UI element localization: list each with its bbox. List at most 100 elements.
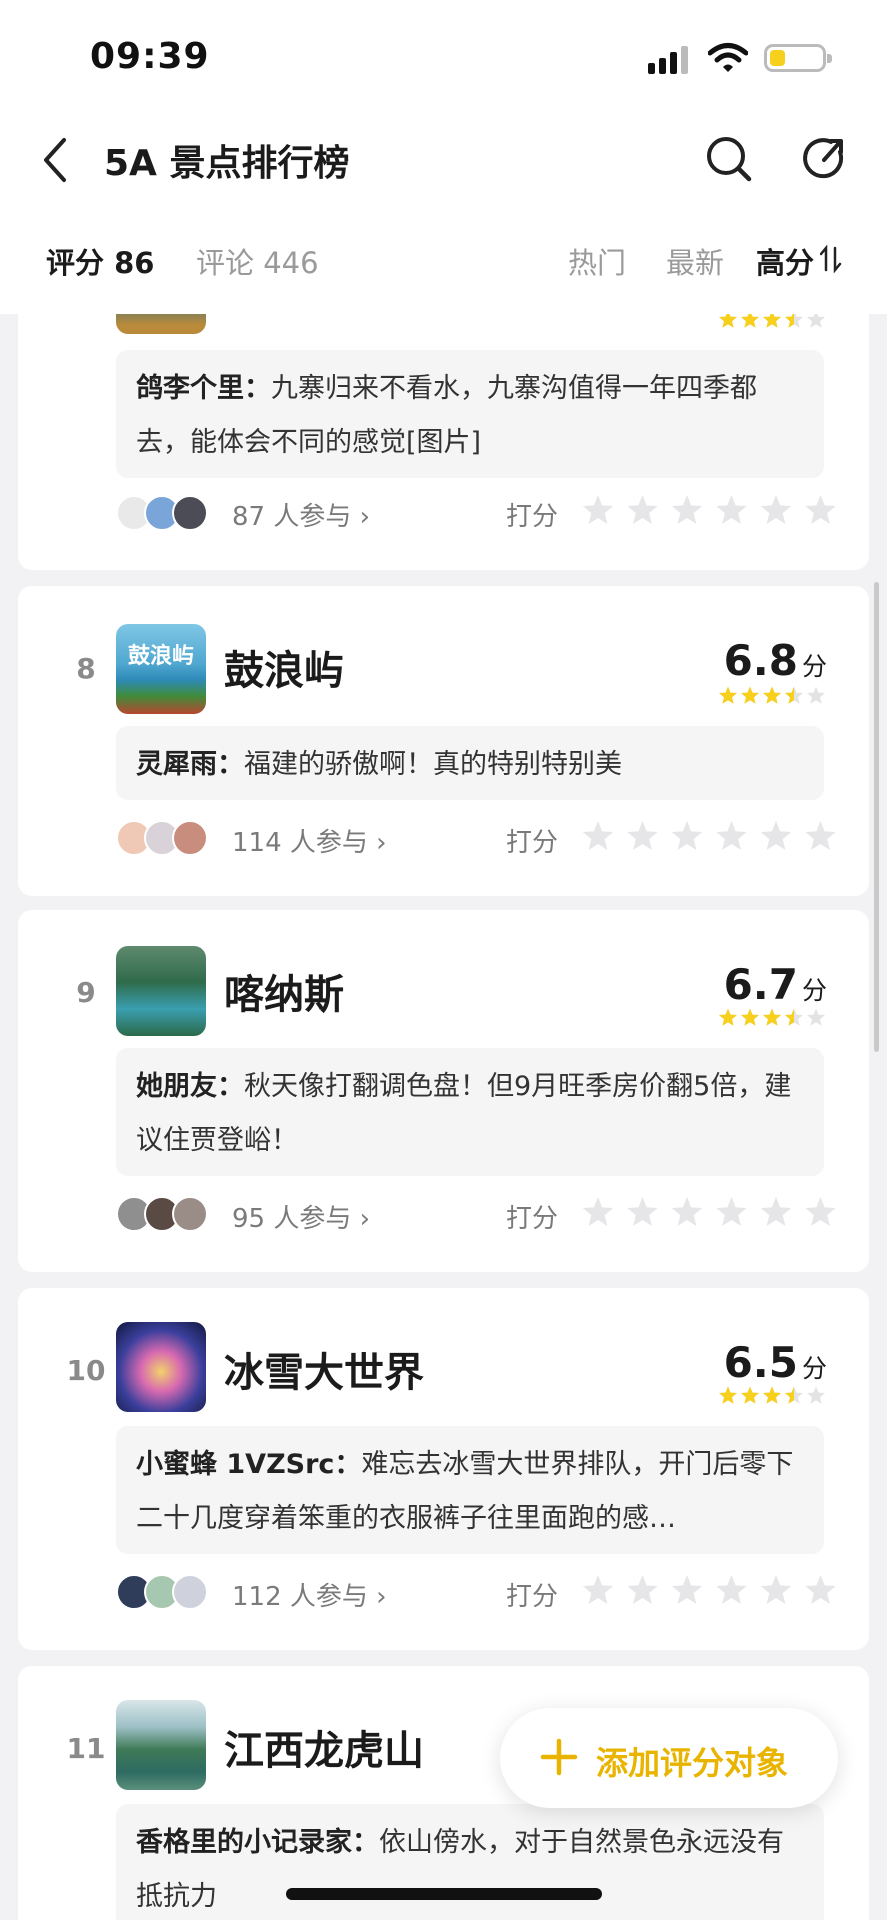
rate-star-icon [627, 1575, 658, 1604]
tab-comment[interactable]: 评论 446 [196, 240, 319, 282]
score-unit: 分 [801, 1354, 827, 1383]
participant-avatars [116, 820, 216, 858]
rate-star-icon [627, 1197, 658, 1226]
rate-star-icon [582, 495, 614, 524]
rank-number: 11 [66, 1732, 106, 1765]
rate-star-icon [760, 821, 792, 850]
star-icon [740, 1386, 760, 1404]
star-icon [740, 686, 760, 704]
top-comment: 灵犀雨：福建的骄傲啊！真的特别特别美 [116, 726, 824, 800]
comment-author: 她朋友： [136, 1071, 244, 1102]
place-score: 6.5 分 [724, 1338, 827, 1387]
rate-star-icon [671, 495, 703, 524]
place-name: 喀纳斯 [224, 972, 344, 1018]
add-rating-target-button[interactable]: 添加评分对象 [500, 1708, 838, 1808]
rate-star-icon [716, 495, 747, 524]
place-score: 6.8 分 [724, 636, 827, 685]
filter-tabs: 评分 86 评论 446 热门 最新 高分 [0, 230, 887, 290]
place-thumbnail [116, 1700, 206, 1790]
rate-label: 打分 [506, 1582, 559, 1612]
rate-star-icon [805, 495, 836, 524]
comment-text: 福建的骄傲啊！真的特别特别美 [244, 749, 622, 780]
place-name: 冰雪大世界 [224, 1350, 424, 1396]
place-thumbnail [116, 946, 206, 1036]
rate-star-icon [716, 1575, 747, 1604]
participants-link[interactable]: 95 人参与 › [232, 1198, 370, 1235]
rate-star-icon [716, 1197, 747, 1226]
star-icon [718, 1008, 738, 1026]
rate-star-icon [805, 1575, 836, 1604]
participants-link[interactable]: 114 人参与 › [232, 822, 387, 859]
rate-label: 打分 [506, 502, 559, 532]
rate-star-icon [760, 1575, 792, 1604]
sort-toggle-icon[interactable] [820, 244, 842, 274]
sort-hot[interactable]: 热门 [568, 240, 626, 282]
rate-star-icon [582, 1575, 614, 1604]
participant-avatars [116, 495, 216, 533]
star-icon [762, 686, 782, 704]
search-icon[interactable] [704, 134, 754, 184]
top-comment: 她朋友：秋天像打翻调色盘！但9月旺季房价翻5倍，建议住贾登峪！ [116, 1048, 824, 1176]
place-thumbnail [116, 1322, 206, 1412]
nav-bar: 5A 景点排行榜 [0, 110, 887, 210]
top-comment: 小蜜蜂 1VZSrc：难忘去冰雪大世界排队，开门后零下二十几度穿着笨重的衣服裤子… [116, 1426, 824, 1554]
wifi-icon [708, 43, 748, 72]
rank-number: 9 [76, 976, 96, 1009]
rank-number: 8 [76, 652, 96, 685]
star-icon [718, 1386, 738, 1404]
back-icon[interactable] [36, 132, 76, 188]
comment-author: 小蜜蜂 1VZSrc： [136, 1449, 362, 1480]
participant-avatars [116, 1574, 216, 1612]
status-time: 09:39 [90, 36, 210, 77]
scrollbar[interactable] [874, 582, 879, 1052]
avatar [172, 1196, 208, 1232]
comment-author: 香格里的小记录家： [136, 1827, 379, 1858]
participants-link[interactable]: 112 人参与 › [232, 1576, 387, 1613]
plus-icon [540, 1738, 578, 1776]
rating-stars [718, 1386, 826, 1404]
rate-star-icon [671, 1575, 703, 1604]
battery-icon [764, 44, 832, 72]
page-title: 5A 景点排行榜 [104, 143, 350, 184]
avatar [172, 495, 208, 531]
rate-stars-input[interactable] [578, 820, 842, 854]
ranking-card[interactable]: 8 鼓浪屿 鼓浪屿 6.8 分 灵犀雨：福建的骄傲啊！真的特别特别美 114 人参… [18, 586, 869, 896]
rate-star-icon [627, 495, 658, 524]
top-header: 09:39 5A 景点排行榜 评分 86 评论 446 热门 最新 高分 [0, 0, 887, 314]
comment-author: 灵犀雨： [136, 749, 244, 780]
participants-link[interactable]: 87 人参与 › [232, 496, 370, 533]
ranking-card[interactable]: 10 冰雪大世界 6.5 分 小蜜蜂 1VZSrc：难忘去冰雪大世界排队，开门后零… [18, 1288, 869, 1650]
rate-stars-input[interactable] [578, 494, 842, 528]
comment-author: 鸽李个里： [136, 373, 271, 404]
sort-high-score[interactable]: 高分 [756, 240, 814, 282]
star-icon [806, 686, 826, 704]
sort-newest[interactable]: 最新 [666, 240, 724, 282]
avatar [172, 1574, 208, 1610]
rate-stars-input[interactable] [578, 1196, 842, 1230]
avatar [172, 820, 208, 856]
ranking-card[interactable]: 9 喀纳斯 6.7 分 她朋友：秋天像打翻调色盘！但9月旺季房价翻5倍，建议住贾登… [18, 910, 869, 1272]
rate-star-icon [582, 1197, 614, 1226]
rate-stars-input[interactable] [578, 1574, 842, 1608]
rate-label: 打分 [506, 828, 559, 858]
rate-star-icon [671, 821, 703, 850]
star-icon [806, 1008, 826, 1026]
top-comment: 鸽李个里：九寨归来不看水，九寨沟值得一年四季都去，能体会不同的感觉[图片] [116, 350, 824, 478]
thumbnail-text: 鼓浪屿 [127, 643, 194, 669]
score-value: 6.8 [723, 636, 798, 685]
score-value: 6.5 [723, 1338, 798, 1387]
rate-star-icon [671, 1197, 703, 1226]
top-comment: 香格里的小记录家：依山傍水，对于自然景色永远没有抵抗力 [116, 1804, 824, 1920]
rating-stars [718, 686, 826, 704]
rank-number: 10 [66, 1354, 106, 1387]
cellular-signal-icon [648, 46, 688, 74]
rate-label: 打分 [506, 1204, 559, 1234]
rate-star-icon [805, 821, 836, 850]
tab-score[interactable]: 评分 86 [46, 240, 154, 282]
home-indicator[interactable] [286, 1888, 602, 1900]
rate-star-icon [760, 495, 792, 524]
status-bar: 09:39 [0, 0, 887, 110]
place-score: 6.7 分 [724, 960, 827, 1009]
share-icon[interactable] [800, 134, 850, 184]
rate-star-icon [716, 821, 747, 850]
